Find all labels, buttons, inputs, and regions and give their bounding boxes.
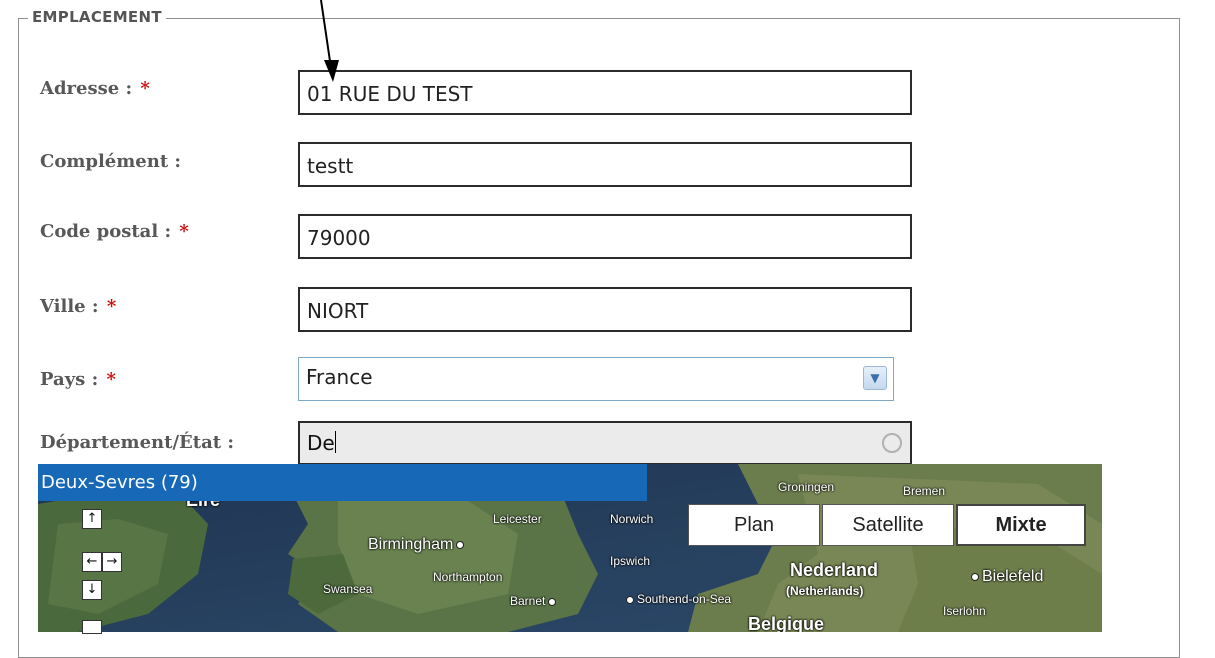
annotation-arrow-icon bbox=[320, 0, 339, 82]
